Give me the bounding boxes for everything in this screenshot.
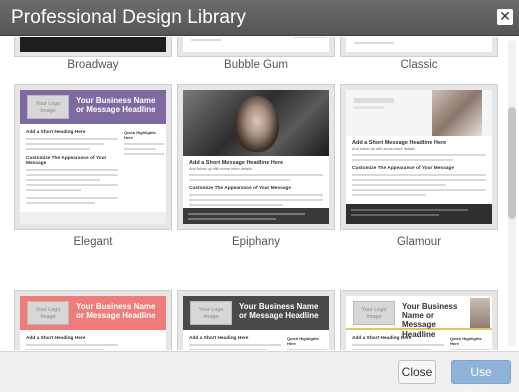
template-side-title: Quick Highlights Here bbox=[124, 130, 156, 140]
design-card-light[interactable]: Your Logo Image Your Business Name or Me… bbox=[340, 290, 498, 350]
template-sub-headline: Add a Short Message Headline Here bbox=[189, 160, 284, 166]
design-caption-elegant: Elegant bbox=[73, 236, 113, 248]
design-card-charcoal[interactable]: Your Logo Image Your Business Name or Me… bbox=[177, 290, 335, 350]
design-gallery[interactable]: Broadway Bubble Gum Classic Your Logo Im… bbox=[0, 37, 519, 350]
template-headline: Your Business Name or Message Headline bbox=[402, 302, 458, 339]
template-sub-headline: Add a Short Heading Here bbox=[189, 336, 249, 341]
template-sub-text: And follow up with some more details bbox=[352, 147, 415, 151]
close-button[interactable]: Close bbox=[398, 360, 436, 384]
design-caption-epiphany: Epiphany bbox=[232, 236, 280, 248]
template-side-title: Quick Highlights Here bbox=[450, 336, 482, 346]
dialog-title: Professional Design Library bbox=[11, 7, 247, 28]
template-sub-text: And follow up with some more details bbox=[189, 167, 252, 171]
template-section-title: Customize The Appearance of Your Message bbox=[189, 186, 292, 191]
logo-placeholder: Your Logo Image bbox=[353, 301, 395, 325]
logo-placeholder: Your Logo Image bbox=[27, 301, 69, 325]
template-header: Your Logo Image Your Business Name or Me… bbox=[183, 296, 329, 330]
design-card-classic[interactable] bbox=[340, 37, 498, 57]
template-headline: Your Business Name or Message Headline bbox=[76, 96, 156, 115]
template-sub-headline: Add a Short Heading Here bbox=[26, 130, 86, 135]
template-header: Your Logo Image Your Business Name or Me… bbox=[20, 296, 166, 330]
template-sub-headline: Add a Short Message Headline Here bbox=[352, 140, 447, 146]
template-sub-headline: Add a Short Heading Here bbox=[26, 336, 86, 341]
template-header: Your Logo Image Your Business Name or Me… bbox=[20, 90, 166, 124]
dialog-header: Professional Design Library ✕ bbox=[0, 0, 519, 36]
template-footer bbox=[183, 208, 329, 224]
logo-placeholder: Your Logo Image bbox=[190, 301, 232, 325]
template-headline: Your Business Name or Message Headline bbox=[76, 302, 156, 321]
design-caption-bubble-gum: Bubble Gum bbox=[224, 59, 288, 71]
design-caption-broadway: Broadway bbox=[67, 59, 119, 71]
design-caption-glamour: Glamour bbox=[396, 236, 442, 248]
design-card-epiphany[interactable]: Add a Short Message Headline Here And fo… bbox=[177, 84, 335, 230]
scrollbar-thumb[interactable] bbox=[508, 107, 516, 219]
template-section-title: Customize The Appearance of Your Message bbox=[26, 156, 107, 166]
portrait-image bbox=[432, 90, 482, 136]
portrait-image bbox=[183, 90, 329, 156]
gallery-scrollbar[interactable] bbox=[508, 40, 516, 347]
design-card-coral[interactable]: Your Logo Image Your Business Name or Me… bbox=[14, 290, 172, 350]
template-footer bbox=[346, 204, 492, 224]
design-card-elegant[interactable]: Your Logo Image Your Business Name or Me… bbox=[14, 84, 172, 230]
template-header: Your Logo Image Your Business Name or Me… bbox=[346, 296, 492, 339]
logo-placeholder: Your Logo Image bbox=[27, 95, 69, 119]
close-icon[interactable]: ✕ bbox=[497, 9, 513, 25]
dialog-footer: Close Use Design bbox=[0, 351, 519, 392]
template-side-title: Quick Highlights Here bbox=[287, 336, 319, 346]
design-caption-classic: Classic bbox=[400, 59, 438, 71]
design-card-glamour[interactable]: Add a Short Message Headline Here And fo… bbox=[340, 84, 498, 230]
template-sub-headline: Add a Short Heading Here bbox=[352, 336, 412, 341]
template-headline: Your Business Name or Message Headline bbox=[239, 302, 319, 321]
template-section-title: Customize The Appearance of Your Message bbox=[352, 166, 455, 171]
design-card-broadway[interactable] bbox=[14, 37, 172, 57]
design-card-bubble-gum[interactable] bbox=[177, 37, 335, 57]
use-design-button[interactable]: Use Design bbox=[451, 360, 511, 392]
